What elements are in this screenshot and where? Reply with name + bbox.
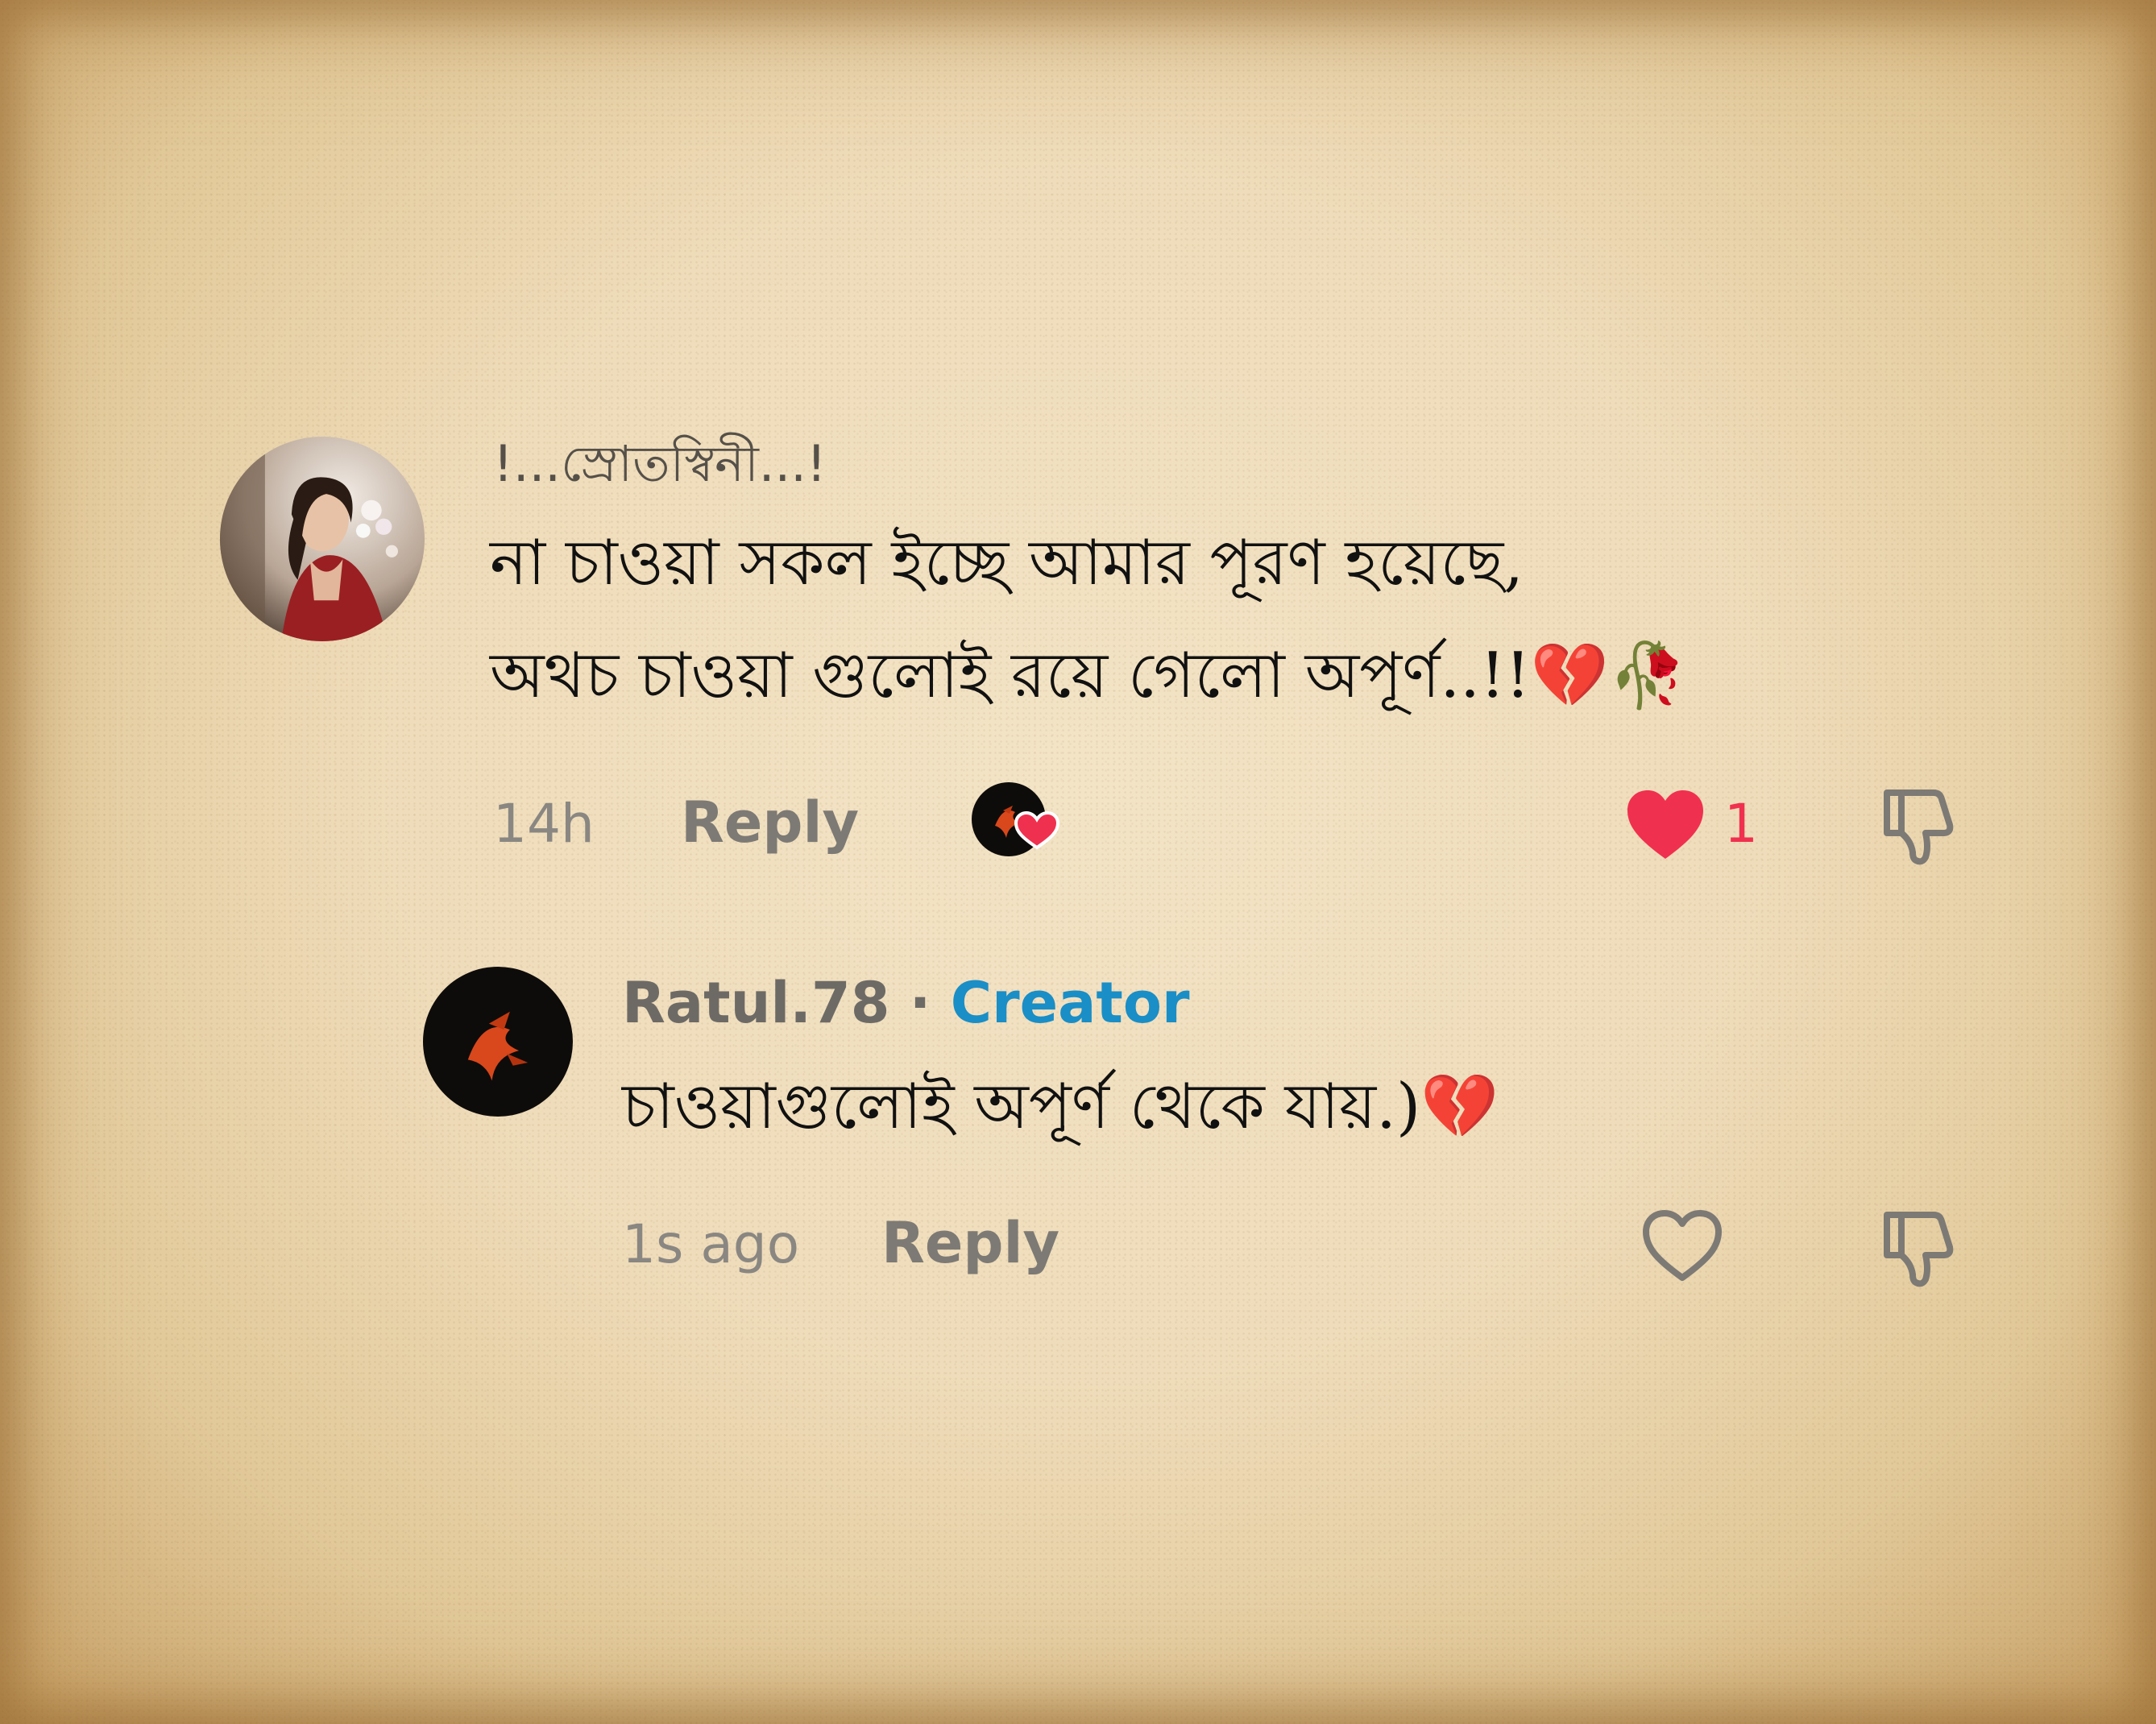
paper-edge	[0, 0, 2156, 1724]
reply-like-button[interactable]	[1640, 1208, 1724, 1284]
heart-outline-icon	[1643, 1210, 1722, 1281]
reply-button[interactable]: Reply	[681, 794, 859, 851]
creator-liked-badge	[971, 781, 1060, 862]
comment-timestamp: 14h	[493, 793, 595, 855]
dislike-button[interactable]	[1877, 783, 1963, 867]
creator-avatar[interactable]	[423, 967, 573, 1117]
reply-author-line: Ratul.78 · Creator	[622, 975, 1189, 1031]
reply-author-name[interactable]: Ratul.78	[622, 970, 889, 1036]
reply-timestamp: 1s ago	[622, 1213, 800, 1275]
reply-dislike-button[interactable]	[1877, 1205, 1963, 1289]
reply-text: চাওয়াগুলোই অপূর্ণ থেকে যায়.)	[622, 1071, 1421, 1143]
comment-text: না চাওয়া সকল ইচ্ছে আমার পূরণ হয়েছে,	[490, 527, 1524, 599]
comment-text-continued: অথচ চাওয়া গুলোই রয়ে গেলো অপূর্ণ..!!	[490, 640, 1531, 712]
commenter-avatar[interactable]	[220, 437, 425, 641]
creator-badge: Creator	[950, 970, 1190, 1036]
comment-text-line-2: অথচ চাওয়া গুলোই রয়ে গেলো অপূর্ণ..!!💔🥀	[490, 640, 1687, 713]
comment-emoji: 💔🥀	[1530, 640, 1687, 712]
reply-text-line: চাওয়াগুলোই অপূর্ণ থেকে যায়.)💔	[622, 1071, 1499, 1144]
comment-text-line-1: না চাওয়া সকল ইচ্ছে আমার পূরণ হয়েছে,	[490, 527, 1524, 600]
heart-icon	[1627, 790, 1703, 859]
name-separator: ·	[889, 970, 951, 1036]
like-count: 1	[1724, 793, 1758, 855]
reply-reply-button[interactable]: Reply	[881, 1215, 1059, 1271]
reply-emoji: 💔	[1420, 1071, 1499, 1143]
paper-texture	[0, 0, 2156, 1724]
thumbs-down-icon	[1884, 1212, 1954, 1287]
thumbs-down-icon	[1884, 789, 1954, 865]
like-button[interactable]	[1624, 788, 1706, 862]
commenter-name[interactable]: !...স্রোতস্বিনী...!	[493, 439, 827, 489]
